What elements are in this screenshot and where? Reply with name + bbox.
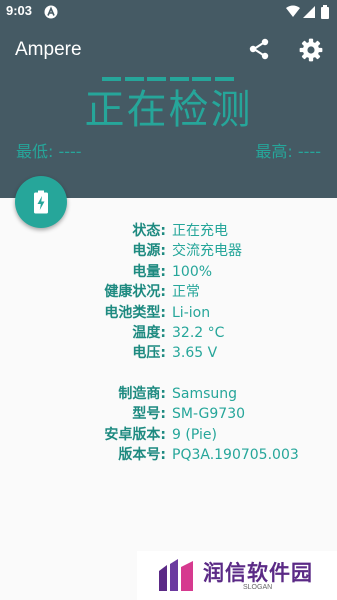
info-label: 电量: — [132, 263, 166, 280]
reading-placeholder-dashes — [102, 77, 234, 83]
info-label: 电压: — [132, 345, 166, 362]
status-time: 9:03 — [6, 3, 33, 18]
max-reading: 最高: ---- — [255, 142, 321, 161]
info-value: 交流充电器 — [172, 243, 242, 260]
info-label: 型号: — [132, 406, 166, 423]
status-bar: 9:03 — [0, 0, 337, 24]
info-row-temperature: 温度: 32.2 °C — [0, 323, 337, 343]
watermark: 润信软件园 SLOGAN — [137, 551, 337, 600]
info-row-android-version: 安卓版本: 9 (Pie) — [0, 425, 337, 445]
info-value: 100% — [172, 263, 213, 280]
dash — [192, 77, 212, 81]
settings-icon[interactable] — [298, 37, 324, 63]
info-label: 健康状况: — [104, 284, 166, 301]
dash — [214, 77, 234, 81]
watermark-logo-icon — [159, 559, 193, 591]
app-header: Ampere 正在检测 最低: ---- 最高: ---- — [0, 24, 337, 198]
info-value: SM-G9730 — [172, 406, 246, 423]
info-row-build-number: 版本号: PQ3A.190705.003 — [0, 445, 337, 465]
battery-charging-icon — [34, 190, 48, 214]
info-value: 正在充电 — [172, 223, 228, 239]
wifi-icon — [286, 5, 300, 17]
dash — [169, 77, 189, 81]
dash — [102, 77, 121, 81]
a-icon — [44, 5, 58, 19]
info-row-battery-type: 电池类型: Li-ion — [0, 303, 337, 323]
info-row-status: 状态: 正在充电 — [0, 221, 337, 241]
info-value: Li-ion — [172, 304, 211, 321]
info-row-health: 健康状况: 正常 — [0, 282, 337, 302]
info-label: 状态: — [132, 223, 166, 239]
info-value: 3.65 V — [172, 345, 218, 362]
info-row-level: 电量: 100% — [0, 262, 337, 282]
info-label: 制造商: — [118, 385, 166, 402]
info-label: 版本号: — [118, 447, 166, 464]
info-label: 电源: — [132, 243, 166, 260]
battery-icon — [321, 5, 329, 19]
info-label: 温度: — [132, 325, 166, 342]
info-row-model: 型号: SM-G9730 — [0, 404, 337, 424]
measuring-status: 正在检测 — [84, 87, 253, 133]
battery-info-list: 状态: 正在充电 电源: 交流充电器 电量: 100% 健康状况: 正常 电池类型: Li… — [0, 221, 337, 465]
info-value: Samsung — [172, 385, 238, 402]
info-label: 电池类型: — [104, 304, 166, 321]
info-value: 9 (Pie) — [172, 426, 217, 443]
info-value: 正常 — [172, 284, 200, 301]
dash — [124, 77, 144, 81]
watermark-slogan: SLOGAN — [243, 584, 273, 591]
info-value: 32.2 °C — [172, 325, 225, 342]
dash — [147, 77, 167, 81]
info-value: PQ3A.190705.003 — [172, 447, 299, 464]
share-icon[interactable] — [247, 37, 271, 61]
app-title: Ampere — [15, 39, 82, 60]
info-row-voltage: 电压: 3.65 V — [0, 343, 337, 363]
min-reading: 最低: ---- — [16, 142, 82, 161]
status-icons — [286, 5, 329, 19]
signal-icon — [303, 6, 315, 18]
info-label: 安卓版本: — [104, 426, 166, 443]
watermark-text: 润信软件园 — [203, 561, 313, 585]
info-row-manufacturer: 制造商: Samsung — [0, 384, 337, 404]
info-row-power-source: 电源: 交流充电器 — [0, 241, 337, 261]
